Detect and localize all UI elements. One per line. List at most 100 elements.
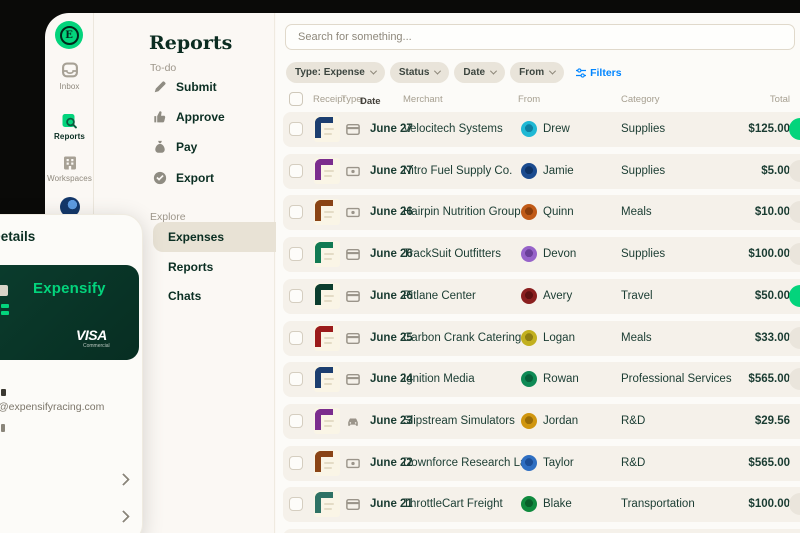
money-bag-icon	[153, 140, 167, 154]
screen: E Inbox Reports	[0, 0, 800, 533]
receipt-thumbnail[interactable]	[314, 325, 340, 351]
table-row[interactable]: June 21 ThrottleCart Freight Blake Trans…	[283, 487, 800, 522]
merchant-cell: Carbon Crank Catering	[403, 332, 521, 344]
from-avatar	[521, 163, 537, 179]
nav-item-label: Expenses	[168, 230, 224, 244]
from-avatar	[521, 496, 537, 512]
table-row[interactable]: June 24 Ignition Media Rowan Professiona…	[283, 362, 800, 397]
from-cell: Blake	[543, 498, 572, 510]
status-action-button[interactable]	[789, 118, 800, 140]
total-cell: $5.00	[761, 165, 790, 177]
merchant-cell: Hairpin Nutrition Group	[403, 206, 521, 218]
total-cell: $565.00	[748, 373, 790, 385]
row-checkbox[interactable]	[289, 122, 303, 136]
table-row[interactable]: June 27 Velocitech Systems Drew Supplies…	[283, 112, 800, 147]
card-badge	[0, 285, 8, 296]
status-action-button[interactable]	[789, 493, 800, 515]
nav-item-label: Export	[176, 171, 214, 185]
category-cell: Transportation	[621, 498, 695, 510]
expense-type-icon	[346, 206, 360, 219]
cardholder-name-fragment	[1, 389, 6, 396]
merchant-cell: Ignition Media	[403, 373, 475, 385]
receipt-thumbnail[interactable]	[314, 199, 340, 225]
row-checkbox[interactable]	[289, 331, 303, 345]
table-row[interactable]: June 22 Downforce Research Lab Taylor R&…	[283, 446, 800, 481]
total-cell: $100.00	[748, 498, 790, 510]
table-row[interactable]: June 26 Pitlane Center Avery Travel $50.…	[283, 279, 800, 314]
merchant-cell: Downforce Research Lab	[403, 457, 533, 469]
row-checkbox[interactable]	[289, 205, 303, 219]
nav-item-pay[interactable]: Pay	[153, 134, 197, 160]
expensify-logo-icon[interactable]: E	[55, 21, 83, 49]
status-action-button[interactable]	[789, 201, 800, 223]
from-avatar	[521, 204, 537, 220]
receipt-thumbnail[interactable]	[314, 366, 340, 392]
table-row	[283, 529, 800, 533]
expense-type-icon	[346, 498, 360, 511]
from-cell: Logan	[543, 332, 575, 344]
receipt-thumbnail[interactable]	[314, 241, 340, 267]
nav-item-export[interactable]: Export	[153, 165, 214, 191]
todo-section-label: To-do	[150, 62, 176, 74]
receipt-thumbnail[interactable]	[314, 408, 340, 434]
inbox-icon	[61, 62, 79, 79]
from-cell: Drew	[543, 123, 570, 135]
expense-type-icon	[346, 332, 360, 345]
table-row[interactable]: June 26 Hairpin Nutrition Group Quinn Me…	[283, 195, 800, 230]
receipt-thumbnail[interactable]	[314, 116, 340, 142]
nav-item-approve[interactable]: Approve	[153, 104, 225, 130]
category-cell: Supplies	[621, 165, 665, 177]
status-action-button[interactable]	[789, 160, 800, 182]
expensify-card: Expensify VISA Commercial	[0, 265, 139, 360]
row-checkbox[interactable]	[289, 497, 303, 511]
table-row[interactable]: June 25 Carbon Crank Catering Logan Meal…	[283, 321, 800, 356]
total-cell: $33.00	[755, 332, 790, 344]
card-brand-label: Expensify	[33, 280, 106, 297]
expense-type-icon	[346, 165, 360, 178]
nav-item-label: Pay	[176, 140, 197, 154]
status-action-button[interactable]	[789, 243, 800, 265]
reports-icon	[61, 113, 78, 129]
status-action-button[interactable]	[789, 285, 800, 307]
visa-subtitle: Commercial	[83, 343, 110, 349]
sidebar-item-reports[interactable]: Reports	[45, 113, 94, 141]
receipt-thumbnail[interactable]	[314, 283, 340, 309]
sidebar-item-inbox[interactable]: Inbox	[45, 62, 94, 91]
nav-item-submit[interactable]: Submit	[153, 74, 217, 100]
table-row[interactable]: June 27 Nitro Fuel Supply Co. Jamie Supp…	[283, 154, 800, 189]
cardholder-email: @expensifyracing.com	[0, 401, 104, 413]
sidebar-item-workspaces[interactable]: Workspaces	[45, 155, 94, 183]
status-action-button[interactable]	[789, 368, 800, 390]
receipt-thumbnail[interactable]	[314, 491, 340, 517]
receipt-thumbnail[interactable]	[314, 450, 340, 476]
workspaces-icon	[62, 155, 78, 171]
from-cell: Devon	[543, 248, 576, 260]
row-checkbox[interactable]	[289, 247, 303, 261]
from-cell: Jordan	[543, 415, 578, 427]
status-action-button[interactable]	[789, 327, 800, 349]
category-cell: Supplies	[621, 123, 665, 135]
category-cell: R&D	[621, 457, 645, 469]
row-checkbox[interactable]	[289, 164, 303, 178]
text-fragment	[1, 424, 5, 432]
merchant-cell: TrackSuit Outfitters	[403, 248, 501, 260]
merchant-cell: ThrottleCart Freight	[403, 498, 503, 510]
category-cell: Travel	[621, 290, 653, 302]
card-number-fragment	[1, 304, 9, 308]
chevron-right-icon[interactable]	[117, 510, 130, 523]
category-cell: Meals	[621, 206, 652, 218]
table-row[interactable]: June 23 Slipstream Simulators Jordan R&D…	[283, 404, 800, 439]
chevron-right-icon[interactable]	[117, 473, 130, 486]
row-checkbox[interactable]	[289, 372, 303, 386]
receipt-thumbnail[interactable]	[314, 158, 340, 184]
merchant-cell: Slipstream Simulators	[403, 415, 515, 427]
row-checkbox[interactable]	[289, 414, 303, 428]
total-cell: $125.00	[748, 123, 790, 135]
row-checkbox[interactable]	[289, 456, 303, 470]
total-cell: $29.56	[755, 415, 790, 427]
merchant-cell: Pitlane Center	[403, 290, 476, 302]
main-content: Type: Expense Status Date From	[276, 13, 800, 533]
row-checkbox[interactable]	[289, 289, 303, 303]
table-row[interactable]: June 26 TrackSuit Outfitters Devon Suppl…	[283, 237, 800, 272]
from-cell: Quinn	[543, 206, 574, 218]
